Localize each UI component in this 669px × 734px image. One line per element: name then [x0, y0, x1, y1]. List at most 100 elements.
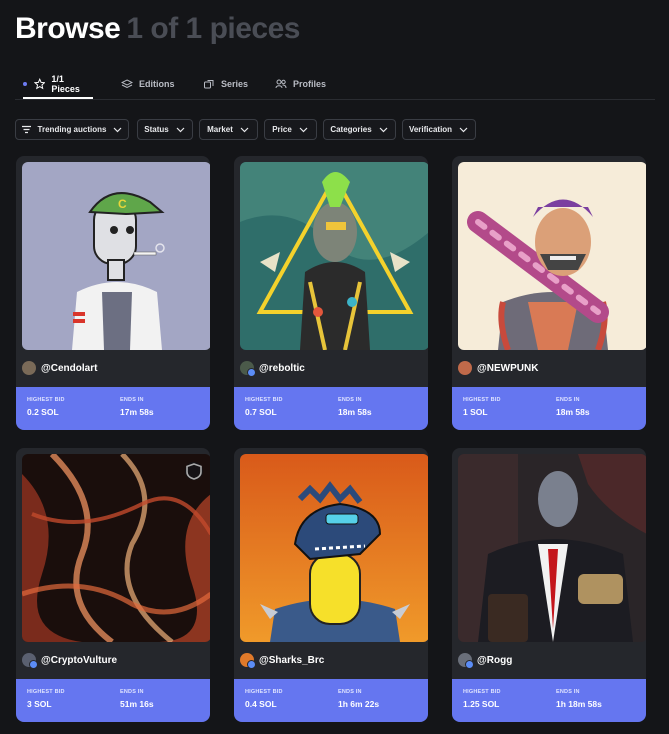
creator[interactable]: @CryptoVulture [22, 652, 118, 669]
page-title: Browse 1 of 1 pieces [15, 12, 300, 46]
bid-value: 3 SOL [27, 699, 52, 709]
chip-label: Categories [330, 125, 372, 134]
verified-badge-icon [247, 368, 256, 377]
artwork-image[interactable] [240, 454, 428, 642]
creator[interactable]: @Sharks_Brc [240, 652, 325, 669]
ends-label: ENDS IN [120, 689, 144, 695]
category-tabs: 1/1 Pieces Editions Series Profiles [15, 70, 655, 100]
creator-name: @NEWPUNK [477, 362, 539, 374]
artwork-image[interactable] [458, 162, 646, 350]
avatar [22, 361, 36, 375]
avatar [240, 653, 256, 669]
bid-value: 1 SOL [463, 407, 488, 417]
price-dropdown[interactable]: Price [264, 119, 317, 140]
bid-info: HIGHEST BID 3 SOL ENDS IN 51m 16s [16, 679, 210, 722]
bid-label: HIGHEST BID [463, 397, 501, 403]
ends-label: ENDS IN [556, 689, 580, 695]
tab-label: Series [221, 79, 249, 89]
tab-profiles[interactable]: Profiles [275, 70, 326, 98]
tab-label: Profiles [293, 79, 327, 89]
bid-value: 0.2 SOL [27, 407, 59, 417]
chevron-down-icon [299, 127, 308, 133]
bid-info: HIGHEST BID 0.2 SOL ENDS IN 17m 58s [16, 387, 210, 430]
ends-value: 1h 18m 58s [556, 699, 602, 709]
creator[interactable]: @NEWPUNK [458, 360, 538, 376]
series-icon [204, 80, 214, 89]
bid-label: HIGHEST BID [27, 689, 65, 695]
nft-card[interactable]: @reboltic HIGHEST BID 0.7 SOL ENDS IN 18m … [234, 156, 428, 430]
creator-name: @Rogg [477, 654, 513, 666]
artwork-image[interactable] [240, 162, 428, 350]
active-dot [23, 82, 27, 86]
market-dropdown[interactable]: Market [199, 119, 258, 140]
bid-label: HIGHEST BID [245, 689, 283, 695]
ends-value: 17m 58s [120, 407, 154, 417]
ends-label: ENDS IN [556, 397, 580, 403]
sort-icon [21, 125, 31, 134]
chip-label: Status [144, 125, 169, 134]
nft-card[interactable]: @Sharks_Brc HIGHEST BID 0.4 SOL ENDS IN 1h… [234, 448, 428, 722]
avatar [458, 361, 472, 375]
ends-value: 51m 16s [120, 699, 154, 709]
verified-badge-icon [247, 660, 256, 669]
tab-label: Editions [139, 79, 175, 89]
bid-info: HIGHEST BID 1 SOL ENDS IN 18m 58s [452, 387, 646, 430]
sort-dropdown[interactable]: Trending auctions [15, 119, 129, 140]
bid-label: HIGHEST BID [463, 689, 501, 695]
chip-label: Trending auctions [37, 125, 107, 134]
nft-card[interactable]: @CryptoVulture HIGHEST BID 3 SOL ENDS IN 5… [16, 448, 210, 722]
artwork-image[interactable]: C [22, 162, 210, 350]
ends-value: 1h 6m 22s [338, 699, 380, 709]
creator[interactable]: @reboltic [240, 360, 305, 377]
result-count: 1 of 1 pieces [126, 12, 300, 45]
nft-card[interactable]: @NEWPUNK HIGHEST BID 1 SOL ENDS IN 18m 58s [452, 156, 646, 430]
chip-label: Price [272, 125, 292, 134]
chevron-down-icon [240, 127, 249, 133]
nft-card[interactable]: C @Cendolart HIGHEST BID 0.2 SOL ENDS IN 1… [16, 156, 210, 430]
creator-name: @CryptoVulture [41, 654, 118, 666]
ends-value: 18m 58s [556, 407, 590, 417]
tab-series[interactable]: Series [203, 70, 248, 98]
verification-dropdown[interactable]: Verification [402, 119, 476, 140]
creator-name: @Cendolart [41, 362, 98, 374]
chip-label: Verification [408, 125, 453, 134]
verified-badge-icon [465, 660, 474, 669]
tab-pieces[interactable]: 1/1 Pieces [23, 70, 93, 99]
ends-label: ENDS IN [120, 397, 144, 403]
nft-card[interactable]: @Rogg HIGHEST BID 1.25 SOL ENDS IN 1h 18m … [452, 448, 646, 722]
tab-label: 1/1 Pieces [51, 74, 80, 94]
categories-dropdown[interactable]: Categories [323, 119, 396, 140]
creator[interactable]: @Rogg [458, 652, 513, 669]
artwork-image[interactable] [458, 454, 646, 642]
creator-name: @reboltic [259, 362, 305, 374]
bid-label: HIGHEST BID [245, 397, 283, 403]
chip-label: Market [207, 125, 233, 134]
chevron-down-icon [459, 127, 468, 133]
tab-editions[interactable]: Editions [121, 70, 175, 98]
bid-info: HIGHEST BID 1.25 SOL ENDS IN 1h 18m 58s [452, 679, 646, 722]
ends-value: 18m 58s [338, 407, 372, 417]
ends-label: ENDS IN [338, 397, 362, 403]
avatar [458, 653, 474, 669]
status-dropdown[interactable]: Status [137, 119, 193, 140]
avatar [22, 653, 38, 669]
bid-label: HIGHEST BID [27, 397, 65, 403]
creator[interactable]: @Cendolart [22, 360, 97, 376]
bid-value: 0.7 SOL [245, 407, 277, 417]
star-icon [33, 78, 46, 90]
stack-icon [121, 79, 133, 89]
bid-info: HIGHEST BID 0.4 SOL ENDS IN 1h 6m 22s [234, 679, 428, 722]
page-title-text: Browse [15, 12, 121, 45]
bid-value: 0.4 SOL [245, 699, 277, 709]
svg-text:C: C [118, 197, 127, 211]
profiles-icon [275, 79, 287, 89]
creator-name: @Sharks_Brc [259, 654, 325, 666]
bid-value: 1.25 SOL [463, 699, 500, 709]
unverified-shield-icon [185, 462, 203, 480]
artwork-image[interactable] [22, 454, 210, 642]
chevron-down-icon [176, 127, 185, 133]
verified-badge-icon [29, 660, 38, 669]
chevron-down-icon [114, 127, 122, 133]
avatar [240, 361, 256, 377]
bid-info: HIGHEST BID 0.7 SOL ENDS IN 18m 58s [234, 387, 428, 430]
